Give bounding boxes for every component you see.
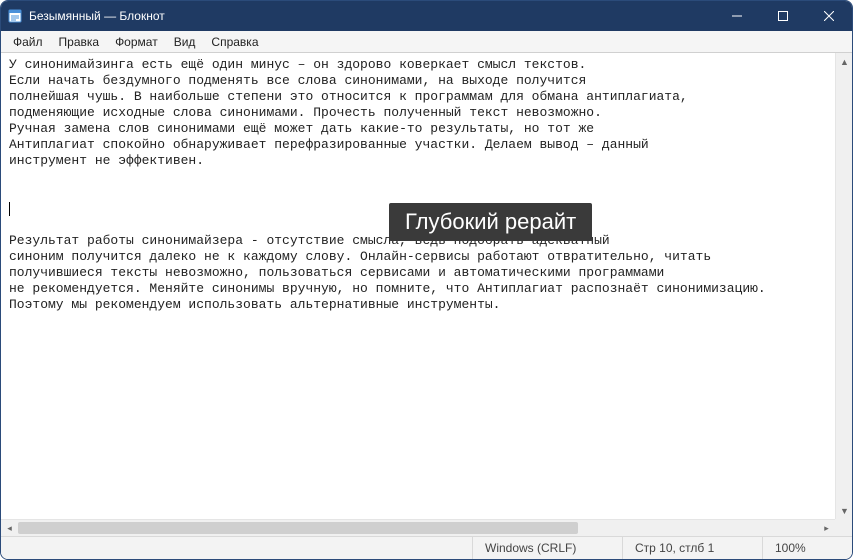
hscroll-track[interactable] — [18, 520, 818, 536]
title-bar[interactable]: Безымянный — Блокнот — [1, 1, 852, 31]
resize-grip[interactable] — [835, 519, 852, 536]
status-empty — [1, 537, 472, 559]
menu-file[interactable]: Файл — [5, 33, 51, 51]
editor-paragraph-1: У синонимайзинга есть ещё один минус – о… — [9, 57, 688, 168]
maximize-button[interactable] — [760, 1, 806, 31]
notepad-icon — [7, 8, 23, 24]
vertical-scrollbar[interactable]: ▲ ▼ — [835, 53, 852, 519]
scroll-right-icon[interactable]: ▸ — [818, 520, 835, 536]
editor-area: У синонимайзинга есть ещё один минус – о… — [1, 53, 852, 536]
close-button[interactable] — [806, 1, 852, 31]
hscroll-thumb[interactable] — [18, 522, 578, 534]
app-window: Безымянный — Блокнот Файл Правка Формат … — [0, 0, 853, 560]
status-bar: Windows (CRLF) Стр 10, стлб 1 100% — [1, 536, 852, 559]
menu-edit[interactable]: Правка — [51, 33, 108, 51]
editor-paragraph-2: Результат работы синонимайзера - отсутст… — [9, 233, 766, 312]
scroll-left-icon[interactable]: ◂ — [1, 520, 18, 536]
menu-help[interactable]: Справка — [203, 33, 266, 51]
menu-bar: Файл Правка Формат Вид Справка — [1, 31, 852, 53]
scroll-down-icon[interactable]: ▼ — [836, 502, 852, 519]
status-zoom: 100% — [762, 537, 852, 559]
status-position: Стр 10, стлб 1 — [622, 537, 762, 559]
text-editor[interactable]: У синонимайзинга есть ещё один минус – о… — [3, 53, 834, 518]
vscroll-track[interactable] — [836, 70, 852, 502]
menu-format[interactable]: Формат — [107, 33, 166, 51]
menu-view[interactable]: Вид — [166, 33, 204, 51]
horizontal-scrollbar[interactable]: ◂ ▸ — [1, 519, 835, 536]
status-encoding: Windows (CRLF) — [472, 537, 622, 559]
minimize-button[interactable] — [714, 1, 760, 31]
scroll-up-icon[interactable]: ▲ — [836, 53, 852, 70]
text-caret — [9, 202, 10, 216]
window-title: Безымянный — Блокнот — [29, 9, 165, 23]
